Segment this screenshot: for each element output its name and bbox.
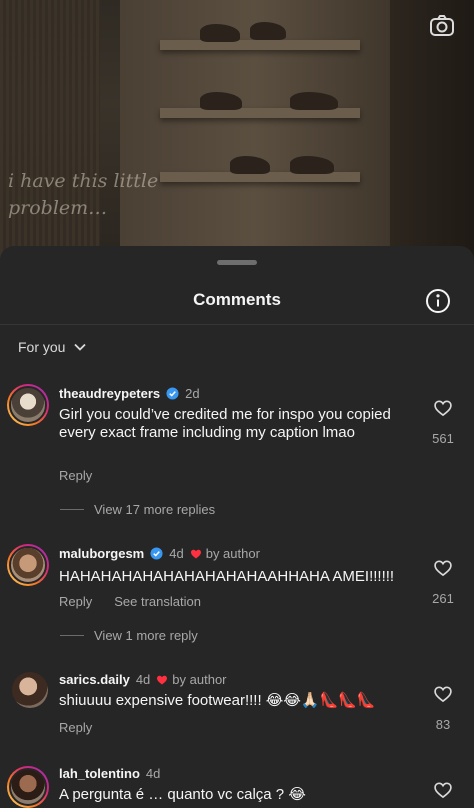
- avatar[interactable]: [7, 544, 49, 586]
- heart-outline-icon: [434, 400, 452, 417]
- heart-filled-icon: [190, 549, 201, 558]
- comment-username[interactable]: lah_tolentino: [59, 766, 140, 781]
- like-count: 561: [432, 431, 454, 446]
- shoe: [290, 156, 334, 174]
- see-translation-button[interactable]: See translation: [114, 594, 201, 609]
- avatar[interactable]: [7, 384, 49, 426]
- comment-username[interactable]: theaudreypeters: [59, 386, 160, 401]
- shoe: [230, 156, 270, 174]
- sheet-title: Comments: [193, 290, 281, 309]
- heart-outline-icon: [434, 782, 452, 799]
- video-caption: i have this little problem…: [8, 170, 159, 219]
- reply-button[interactable]: Reply: [59, 468, 92, 483]
- comment-item: maluborgesm 4d by author HAHAHAHAHAHAHAH…: [0, 542, 474, 652]
- by-author-label: by author: [205, 546, 260, 561]
- comment-time: 2d: [185, 386, 200, 401]
- comment-text: HAHAHAHAHAHAHAHAHAHAAHHAHA AMEI!!!!!!: [59, 568, 395, 585]
- camera-icon[interactable]: [428, 12, 456, 40]
- comment-text: shiuuuu expensive footwear!!!! 😂😂🙏🏻👠👠👠: [59, 692, 376, 709]
- heart-outline-icon: [434, 686, 452, 703]
- shoe: [200, 24, 240, 42]
- heart-outline-icon: [434, 560, 452, 577]
- chevron-down-icon: [74, 343, 87, 351]
- verified-badge-icon: [166, 387, 179, 400]
- like-button[interactable]: [426, 780, 460, 805]
- view-replies-label: View 1 more reply: [94, 628, 198, 643]
- shoe: [200, 92, 242, 110]
- comment-item: sarics.daily 4d by author shiuuuu expens…: [0, 670, 474, 740]
- shoe: [250, 22, 286, 40]
- comment-text: A pergunta é … quanto vc calça ? 😂: [59, 786, 306, 803]
- reply-button[interactable]: Reply: [59, 594, 92, 609]
- shoe: [290, 92, 338, 110]
- filter-label: For you: [18, 339, 66, 355]
- comment-time: 4d: [135, 672, 151, 687]
- by-author-label: by author: [172, 672, 227, 687]
- like-button[interactable]: 83: [426, 684, 460, 732]
- sheet-grabber[interactable]: [217, 260, 257, 265]
- comment-time: 4d: [169, 546, 184, 561]
- like-count: 261: [432, 591, 454, 606]
- video-background: i have this little problem…: [0, 0, 474, 260]
- shelf: [160, 40, 360, 50]
- header-divider: [0, 324, 474, 325]
- comment-time: 4d: [145, 766, 161, 781]
- reply-button[interactable]: Reply: [59, 720, 92, 735]
- info-icon[interactable]: [425, 288, 451, 314]
- like-button[interactable]: 561: [426, 398, 460, 446]
- view-replies-button[interactable]: View 1 more reply: [60, 628, 198, 643]
- comment-text: Girl you could’ve credited me for inspo …: [59, 406, 391, 441]
- liked-by-author: by author: [190, 546, 260, 561]
- comment-username[interactable]: sarics.daily: [59, 672, 130, 687]
- avatar[interactable]: [7, 766, 49, 808]
- liked-by-author: by author: [156, 672, 227, 687]
- heart-filled-icon: [157, 675, 168, 684]
- comment-item: lah_tolentino 4d A pergunta é … quanto v…: [0, 764, 474, 808]
- view-replies-button[interactable]: View 17 more replies: [60, 502, 215, 517]
- comment-username[interactable]: maluborgesm: [59, 546, 144, 561]
- like-button[interactable]: 261: [426, 558, 460, 606]
- avatar[interactable]: [12, 672, 48, 708]
- comment-filter-dropdown[interactable]: For you: [18, 339, 87, 355]
- comment-item: theaudreypeters 2d Girl you could’ve cre…: [0, 382, 474, 517]
- view-replies-label: View 17 more replies: [94, 502, 216, 517]
- comments-sheet: Comments For you theaudreypeters 2d Girl…: [0, 246, 474, 808]
- like-count: 83: [435, 717, 451, 732]
- verified-badge-icon: [150, 547, 163, 560]
